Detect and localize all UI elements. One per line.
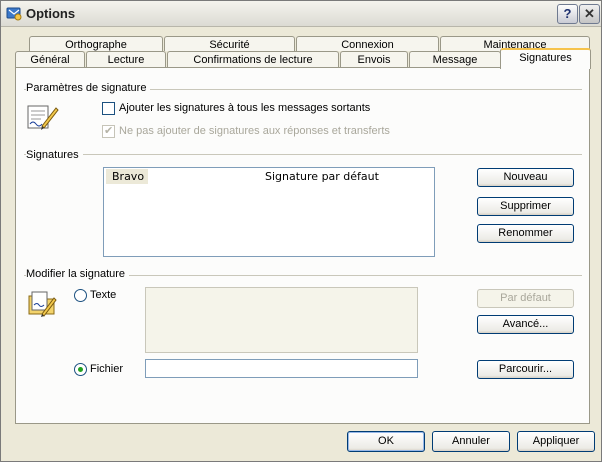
advanced-button[interactable]: Avancé... xyxy=(477,315,574,334)
group-divider xyxy=(24,154,582,155)
close-button[interactable]: ✕ xyxy=(579,4,600,24)
signature-default-status: Signature par défaut xyxy=(265,170,379,183)
edit-signature-title: Modifier la signature xyxy=(26,268,130,280)
default-signature-button[interactable]: Par défaut xyxy=(477,289,574,308)
signature-text-area[interactable] xyxy=(145,287,418,353)
new-signature-button[interactable]: Nouveau xyxy=(477,168,574,187)
tab-message[interactable]: Message xyxy=(409,51,501,68)
radio-selected-dot xyxy=(78,367,83,372)
cancel-button[interactable]: Annuler xyxy=(432,431,510,452)
options-app-icon xyxy=(6,7,22,21)
list-item[interactable]: Bravo Signature par défaut xyxy=(105,169,433,184)
add-signature-all-label: Ajouter les signatures à tous les messag… xyxy=(119,102,371,114)
title-bar[interactable]: Options ? ✕ xyxy=(1,1,601,27)
signature-name: Bravo xyxy=(106,169,148,184)
tab-securite[interactable]: Sécurité xyxy=(164,36,295,51)
file-radio[interactable] xyxy=(74,363,87,376)
edit-signature-icon xyxy=(28,291,57,317)
tab-envois[interactable]: Envois xyxy=(340,51,408,68)
apply-button[interactable]: Appliquer xyxy=(517,431,595,452)
file-radio-label: Fichier xyxy=(90,363,124,375)
tab-orthographe[interactable]: Orthographe xyxy=(29,36,163,51)
tab-general[interactable]: Général xyxy=(15,51,85,68)
tab-confirmations-lecture[interactable]: Confirmations de lecture xyxy=(167,51,339,68)
ok-button[interactable]: OK xyxy=(347,431,425,452)
sig-params-title: Paramètres de signature xyxy=(26,82,151,94)
delete-signature-button[interactable]: Supprimer xyxy=(477,197,574,216)
checkmark-icon: ✔ xyxy=(104,124,114,137)
tab-connexion[interactable]: Connexion xyxy=(296,36,439,51)
no-reply-signature-label: Ne pas ajouter de signatures aux réponse… xyxy=(119,125,390,137)
window-title: Options xyxy=(26,6,76,21)
browse-button[interactable]: Parcourir... xyxy=(477,360,574,379)
no-reply-signature-checkbox[interactable]: ✔ xyxy=(102,124,115,138)
signatures-title: Signatures xyxy=(26,149,83,161)
signature-file-input[interactable] xyxy=(145,359,418,378)
options-dialog: Options ? ✕ Orthographe Sécurité Connexi… xyxy=(0,0,602,462)
signature-pen-icon xyxy=(27,105,59,130)
text-radio-label: Texte xyxy=(90,289,117,301)
help-button[interactable]: ? xyxy=(557,4,578,24)
tab-lecture[interactable]: Lecture xyxy=(86,51,166,68)
add-signature-all-checkbox[interactable] xyxy=(102,102,115,115)
rename-signature-button[interactable]: Renommer xyxy=(477,224,574,243)
signatures-list[interactable]: Bravo Signature par défaut xyxy=(103,167,435,257)
tab-signatures[interactable]: Signatures xyxy=(500,48,591,69)
text-radio[interactable] xyxy=(74,289,87,302)
signatures-panel: Paramètres de signature Ajouter les sign… xyxy=(15,67,590,424)
